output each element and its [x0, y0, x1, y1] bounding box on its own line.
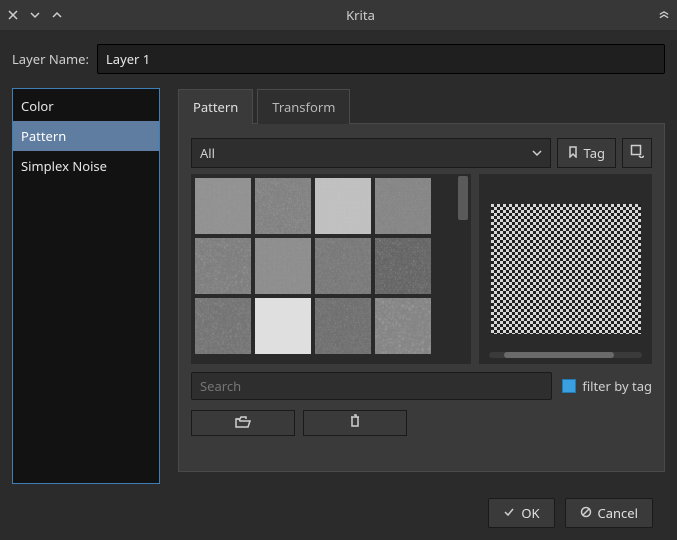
import-pattern-button[interactable]: [191, 410, 295, 436]
layer-name-label: Layer Name:: [12, 50, 89, 68]
tag-options-button[interactable]: [622, 138, 652, 168]
thumbnail-scrollbar[interactable]: [455, 174, 471, 364]
tag-filter-value: All: [200, 144, 215, 162]
filter-by-tag-label: filter by tag: [582, 377, 652, 395]
pattern-thumbnail-area: [191, 174, 471, 364]
pattern-thumbnail[interactable]: [195, 298, 251, 354]
ok-button[interactable]: OK: [488, 498, 554, 528]
cancel-icon: [580, 504, 592, 522]
tabbar: Pattern Transform: [178, 88, 665, 124]
collapse-icon[interactable]: [659, 10, 669, 20]
minimize-icon[interactable]: [30, 10, 40, 20]
pattern-thumbnail[interactable]: [375, 238, 431, 294]
tag-filter-dropdown[interactable]: All: [191, 138, 551, 168]
tab-transform[interactable]: Transform: [257, 89, 350, 124]
tag-button-label: Tag: [584, 144, 605, 162]
scrollbar-handle[interactable]: [458, 176, 468, 220]
layer-name-input[interactable]: [97, 44, 665, 74]
dialog-footer: OK Cancel: [12, 484, 665, 528]
generator-item-color[interactable]: Color: [13, 91, 159, 121]
close-icon[interactable]: [8, 10, 18, 20]
tab-pattern[interactable]: Pattern: [178, 89, 253, 124]
pattern-thumbnail[interactable]: [255, 298, 311, 354]
preview-scrollbar[interactable]: [489, 352, 642, 358]
pattern-preview: [479, 174, 652, 364]
delete-pattern-button[interactable]: [303, 410, 407, 436]
tag-options-icon: [630, 144, 644, 162]
ok-button-label: OK: [521, 504, 539, 522]
scrollbar-handle[interactable]: [504, 352, 614, 358]
search-input[interactable]: [191, 372, 552, 400]
maximize-icon[interactable]: [52, 10, 62, 20]
cancel-button-label: Cancel: [598, 504, 638, 522]
generator-item-pattern[interactable]: Pattern: [13, 121, 159, 151]
layer-name-row: Layer Name:: [12, 44, 665, 74]
pattern-thumbnail[interactable]: [375, 178, 431, 234]
pattern-thumbnail[interactable]: [255, 178, 311, 234]
trash-icon: [349, 414, 361, 432]
generator-list[interactable]: Color Pattern Simplex Noise: [12, 88, 160, 484]
checkbox-icon: [562, 379, 576, 393]
pattern-thumbnail[interactable]: [315, 298, 371, 354]
pattern-thumbnail[interactable]: [195, 238, 251, 294]
chevron-down-icon: [532, 144, 542, 162]
folder-open-icon: [235, 414, 251, 432]
bookmark-icon: [568, 144, 578, 162]
check-icon: [503, 504, 515, 522]
pattern-thumbnail[interactable]: [375, 298, 431, 354]
pattern-thumbnail-grid: [191, 174, 455, 364]
filter-by-tag-checkbox[interactable]: filter by tag: [562, 377, 652, 395]
window-title: Krita: [62, 6, 659, 24]
pattern-preview-image: [491, 204, 641, 334]
pattern-thumbnail[interactable]: [315, 238, 371, 294]
tag-button[interactable]: Tag: [557, 138, 616, 168]
cancel-button[interactable]: Cancel: [565, 498, 653, 528]
generator-item-simplex-noise[interactable]: Simplex Noise: [13, 151, 159, 181]
window-titlebar: Krita: [0, 0, 677, 30]
tabpanel-pattern: All Tag: [178, 124, 665, 472]
pattern-thumbnail[interactable]: [315, 178, 371, 234]
pattern-thumbnail[interactable]: [195, 178, 251, 234]
pattern-thumbnail[interactable]: [255, 238, 311, 294]
